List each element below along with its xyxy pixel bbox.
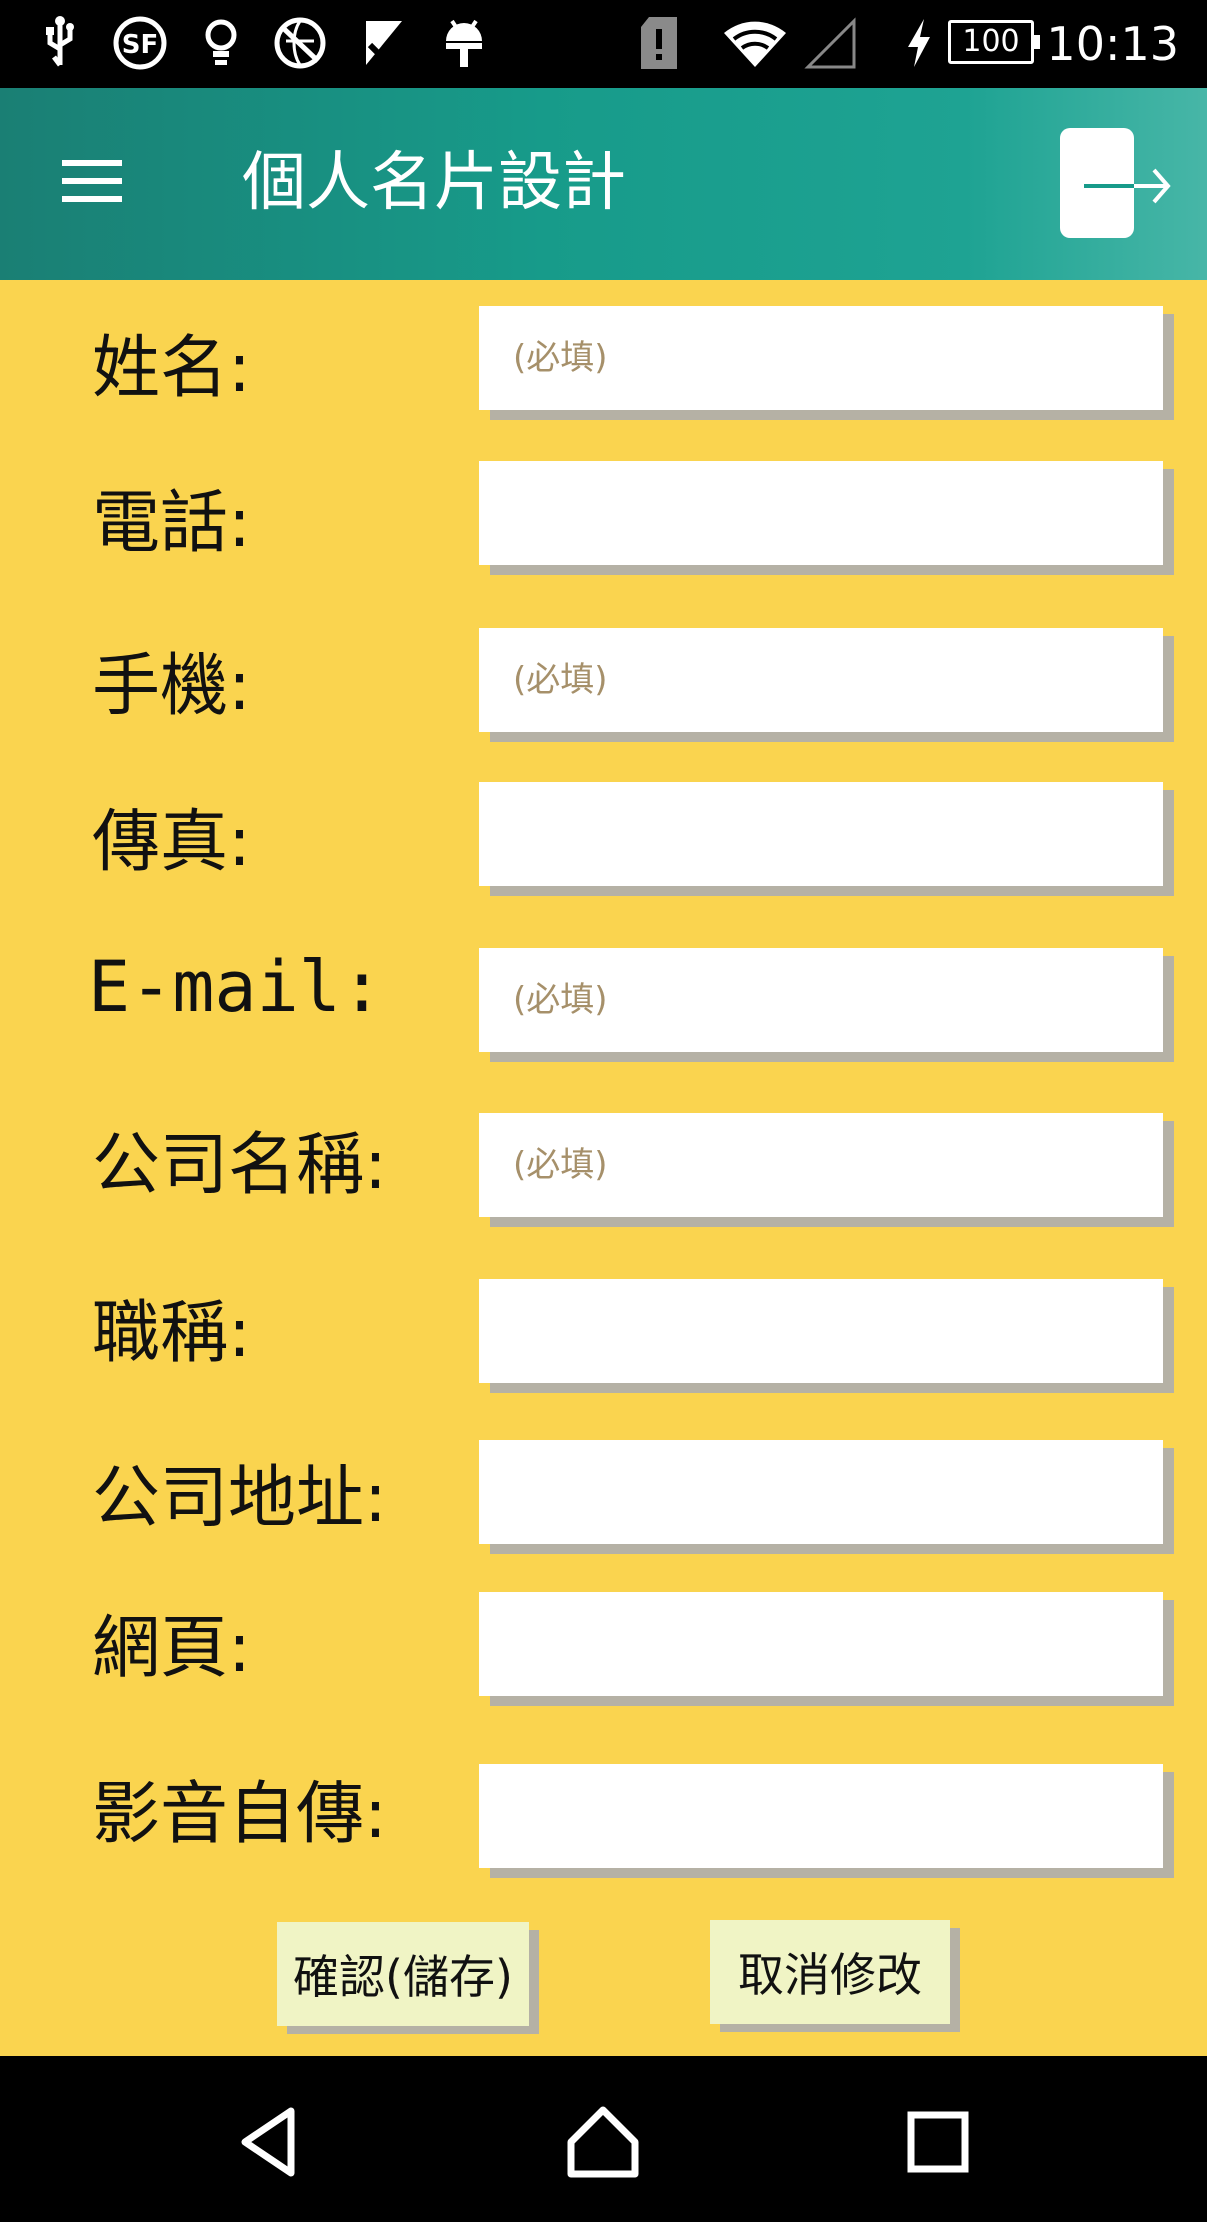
signal-icon [804,14,858,72]
email-input[interactable] [479,948,1163,1052]
status-time: 10:13 [1046,17,1179,71]
bulb-icon [198,14,244,72]
form-row-company: 公司名稱: [0,1113,1207,1233]
website-input[interactable] [479,1592,1163,1696]
hamburger-menu-icon[interactable] [58,154,128,210]
svg-text:SF: SF [122,30,159,60]
navigation-bar [0,2056,1207,2222]
field-label-phone: 電話: [92,484,251,563]
home-icon[interactable] [553,2092,653,2192]
company-input[interactable] [479,1113,1163,1217]
field-label-address: 公司地址: [92,1459,387,1538]
sim-alert-icon [636,14,682,72]
name-input[interactable] [479,306,1163,410]
status-bar: SF 100 10:13 [0,0,1207,88]
page-title: 個人名片設計 [242,146,626,220]
confirm-save-button[interactable]: 確認(儲存) [277,1922,529,2026]
phone-input[interactable] [479,461,1163,565]
battery-icon: 100 [948,20,1040,64]
form-row-phone: 電話: [0,461,1207,581]
field-label-title: 職稱: [92,1294,251,1373]
form-row-email: E-mail: [0,946,1207,1068]
form-row-name: 姓名: [0,306,1207,426]
fax-input[interactable] [479,782,1163,886]
charging-icon [902,14,936,72]
job-title-input[interactable] [479,1279,1163,1383]
logout-icon[interactable] [1056,126,1174,242]
check-flag-icon [358,14,410,72]
form-row-title: 職稱: [0,1279,1207,1399]
usb-icon [38,14,82,72]
cancel-edit-button[interactable]: 取消修改 [710,1920,950,2024]
no-globe-icon [272,14,328,72]
form-row-video: 影音自傳: [0,1764,1207,1884]
back-triangle-icon[interactable] [220,2092,320,2192]
business-card-form: 姓名: 電話: 手機: 傳真: E-mail: 公司名稱: 職稱: 公司地址: [0,280,1207,2056]
form-row-mobile: 手機: [0,628,1207,748]
field-label-website: 網頁: [92,1609,251,1688]
mobile-input[interactable] [479,628,1163,732]
field-label-video: 影音自傳: [92,1775,387,1854]
field-label-email: E-mail: [88,946,384,1028]
video-input[interactable] [479,1764,1163,1868]
app-bar: 個人名片設計 [0,88,1207,280]
field-label-name: 姓名: [92,329,251,408]
form-row-fax: 傳真: [0,782,1207,902]
form-row-website: 網頁: [0,1592,1207,1712]
field-label-company: 公司名稱: [92,1126,387,1205]
field-label-mobile: 手機: [92,647,251,726]
sf-icon: SF [112,14,168,72]
recents-square-icon[interactable] [888,2092,988,2192]
address-input[interactable] [479,1440,1163,1544]
android-icon [438,14,490,72]
field-label-fax: 傳真: [92,803,251,882]
form-row-address: 公司地址: [0,1440,1207,1560]
wifi-icon [720,14,790,72]
